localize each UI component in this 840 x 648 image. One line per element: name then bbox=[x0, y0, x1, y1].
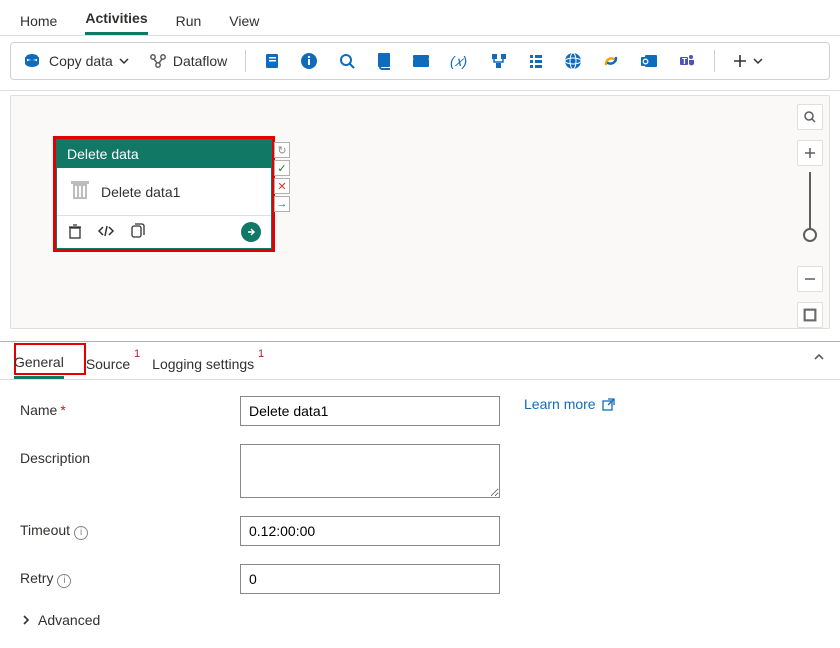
learn-more-link[interactable]: Learn more bbox=[524, 396, 615, 412]
fit-screen-button[interactable] bbox=[797, 302, 823, 328]
add-button[interactable] bbox=[727, 50, 769, 72]
tab-general[interactable]: General bbox=[14, 348, 64, 379]
tab-logging[interactable]: Logging settings1 bbox=[152, 350, 254, 378]
chevron-down-icon bbox=[119, 56, 129, 66]
tab-home[interactable]: Home bbox=[20, 5, 57, 35]
zoom-in-button[interactable] bbox=[797, 140, 823, 166]
delete-icon[interactable] bbox=[67, 223, 83, 242]
activity-card[interactable]: Delete data Delete data1 ↻ ✓ ✕ → bbox=[53, 136, 275, 252]
copy-data-label: Copy data bbox=[49, 53, 113, 69]
chevron-right-icon bbox=[20, 614, 32, 626]
script-icon[interactable] bbox=[370, 48, 398, 74]
info-icon[interactable]: i bbox=[74, 526, 88, 540]
properties-panel: General Source1 Logging settings1 Name* … bbox=[0, 341, 840, 648]
tab-source[interactable]: Source1 bbox=[86, 350, 130, 378]
trash-icon bbox=[69, 178, 91, 205]
web-icon[interactable] bbox=[558, 48, 588, 74]
name-input[interactable] bbox=[240, 396, 500, 426]
dataflow-label: Dataflow bbox=[173, 53, 227, 69]
tab-badge: 1 bbox=[134, 348, 140, 360]
list-icon[interactable] bbox=[522, 49, 550, 73]
tab-run[interactable]: Run bbox=[176, 5, 202, 35]
collapse-panel-button[interactable] bbox=[812, 350, 826, 367]
connector-skip-icon[interactable]: → bbox=[274, 196, 290, 212]
info-icon[interactable]: i bbox=[57, 574, 71, 588]
svg-text:T: T bbox=[682, 57, 687, 66]
search-icon[interactable] bbox=[332, 48, 362, 74]
tab-activities[interactable]: Activities bbox=[85, 2, 147, 35]
description-input[interactable] bbox=[240, 444, 500, 498]
pipeline-canvas[interactable]: Delete data Delete data1 ↻ ✓ ✕ → bbox=[10, 95, 830, 329]
name-label: Name bbox=[20, 402, 57, 418]
advanced-toggle[interactable]: Advanced bbox=[20, 612, 820, 628]
run-activity-button[interactable] bbox=[241, 222, 261, 242]
activity-type-label: Delete data bbox=[57, 140, 271, 168]
description-label: Description bbox=[20, 450, 90, 466]
copy-icon[interactable] bbox=[129, 223, 145, 242]
ribbon-toolbar: Copy data Dataflow (𝑥) T bbox=[10, 42, 830, 80]
notebook-icon[interactable] bbox=[258, 49, 286, 73]
code-icon[interactable] bbox=[97, 224, 115, 241]
tab-view[interactable]: View bbox=[229, 5, 259, 35]
retry-label: Retry bbox=[20, 570, 53, 586]
tab-badge: 1 bbox=[258, 348, 264, 360]
external-link-icon bbox=[602, 398, 615, 411]
zoom-out-button[interactable] bbox=[797, 266, 823, 292]
stored-proc-icon[interactable] bbox=[406, 49, 436, 73]
chevron-down-icon bbox=[753, 56, 763, 66]
copy-data-button[interactable]: Copy data bbox=[19, 49, 135, 73]
connector-loop-icon[interactable]: ↻ bbox=[274, 142, 290, 158]
canvas-search-icon[interactable] bbox=[797, 104, 823, 130]
timeout-input[interactable] bbox=[240, 516, 500, 546]
info-icon[interactable] bbox=[294, 48, 324, 74]
teams-icon[interactable]: T bbox=[672, 48, 702, 74]
dataflow-button[interactable]: Dataflow bbox=[143, 49, 233, 73]
outlook-icon[interactable] bbox=[634, 49, 664, 73]
activity-connectors: ↻ ✓ ✕ → bbox=[274, 142, 290, 212]
activity-name: Delete data1 bbox=[101, 184, 180, 200]
retry-input[interactable] bbox=[240, 564, 500, 594]
connector-success-icon[interactable]: ✓ bbox=[274, 160, 290, 176]
webhook-icon[interactable] bbox=[596, 48, 626, 74]
svg-text:(𝑥): (𝑥) bbox=[450, 53, 467, 69]
variable-icon[interactable]: (𝑥) bbox=[444, 49, 476, 73]
timeout-label: Timeout bbox=[20, 522, 70, 538]
menu-tabs: Home Activities Run View bbox=[0, 0, 840, 36]
zoom-slider[interactable] bbox=[809, 172, 811, 236]
connector-fail-icon[interactable]: ✕ bbox=[274, 178, 290, 194]
pipeline-icon[interactable] bbox=[484, 48, 514, 74]
